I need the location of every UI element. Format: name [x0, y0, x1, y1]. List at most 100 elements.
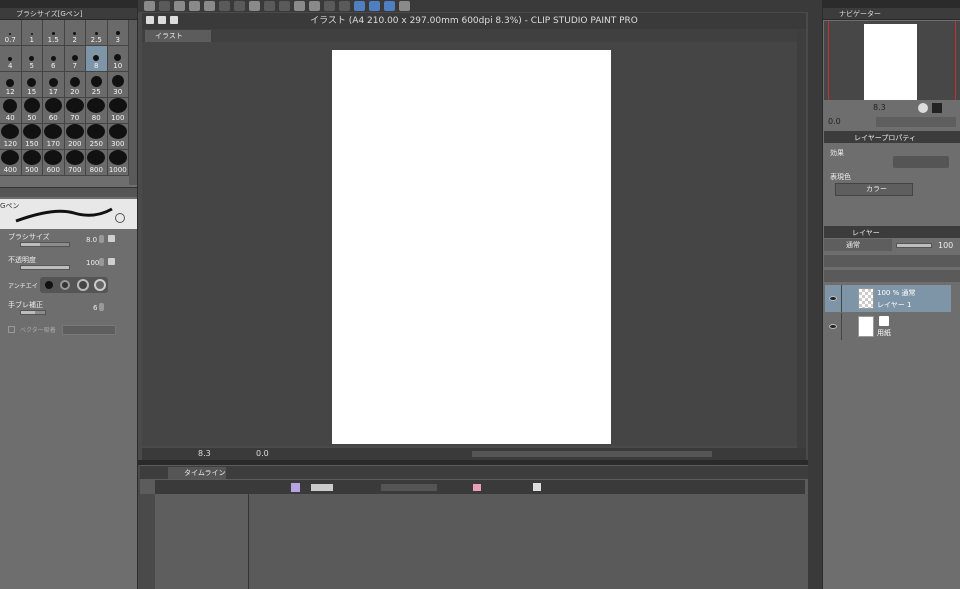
timeline-settings-icon[interactable] — [533, 483, 541, 491]
help-icon[interactable] — [399, 1, 410, 11]
brush-size-cell[interactable]: 2 — [64, 20, 86, 46]
brush-size-cell[interactable]: 1 — [21, 20, 43, 46]
brush-size-cell[interactable]: 4 — [0, 46, 22, 72]
navigator-zoom-value[interactable]: 8.3 — [873, 103, 886, 112]
pressure-icon[interactable] — [108, 235, 115, 242]
brush-size-cell[interactable]: 2.5 — [86, 20, 108, 46]
brush-size-cell[interactable]: 60 — [43, 98, 65, 124]
brush-size-cell[interactable]: 1.5 — [43, 20, 65, 46]
brush-grid-scrollbar[interactable] — [129, 20, 137, 185]
deselect-icon[interactable] — [264, 1, 275, 11]
brush-size-cell[interactable]: 15 — [21, 72, 43, 98]
brush-size-slider[interactable] — [20, 242, 70, 247]
stabilization-slider[interactable] — [20, 310, 46, 315]
brush-size-cell[interactable]: 80 — [86, 98, 108, 124]
display-color-select[interactable]: カラー — [835, 183, 913, 196]
brush-size-cell[interactable]: 3 — [107, 20, 129, 46]
fit-icon[interactable] — [932, 103, 942, 113]
opacity-value[interactable]: 100 — [86, 259, 99, 267]
clear-icon[interactable] — [279, 1, 290, 11]
brush-size-cell[interactable]: 800 — [86, 150, 108, 176]
layer-row[interactable]: 100 % 通常 レイヤー 1 — [825, 285, 951, 312]
navigator-rotation-value[interactable]: 0.0 — [828, 117, 841, 126]
layer-tab[interactable]: レイヤー — [852, 228, 880, 238]
brush-size-value[interactable]: 8.0 — [86, 236, 97, 244]
layer-property-tab[interactable]: レイヤープロパティ — [854, 133, 916, 143]
snap-icon[interactable] — [324, 1, 335, 11]
zoom-in-icon[interactable] — [918, 103, 928, 113]
brush-size-cell[interactable]: 400 — [0, 150, 22, 176]
brush-size-cell[interactable]: 100 — [107, 98, 129, 124]
stabilization-value[interactable]: 6 — [93, 304, 97, 312]
save-icon[interactable] — [204, 1, 215, 11]
layer-name[interactable]: レイヤー 1 — [877, 300, 911, 310]
brush-size-cell[interactable]: 700 — [64, 150, 86, 176]
rotate-controls[interactable] — [876, 117, 956, 127]
brush-size-cell[interactable]: 8 — [86, 46, 108, 72]
brush-size-cell[interactable]: 25 — [86, 72, 108, 98]
blend-mode-select[interactable]: 通常 — [824, 239, 892, 251]
layer-name[interactable]: 用紙 — [877, 328, 891, 338]
brush-size-cell[interactable]: 5 — [21, 46, 43, 72]
opacity-stepper[interactable] — [99, 258, 104, 266]
timeline-track-list[interactable] — [155, 494, 249, 589]
new-timeline-icon[interactable] — [291, 483, 300, 492]
transform-icon[interactable] — [309, 1, 320, 11]
canvas-paper[interactable] — [332, 50, 611, 444]
opacity-pressure-icon[interactable] — [108, 258, 115, 265]
brush-size-cell[interactable]: 17 — [43, 72, 65, 98]
stabilization-stepper[interactable] — [99, 303, 104, 311]
snap-special-icon[interactable] — [369, 1, 380, 11]
antialias-medium-icon[interactable] — [77, 279, 89, 291]
opacity-slider[interactable] — [20, 265, 70, 270]
canvas-vertical-scrollbar[interactable] — [797, 30, 806, 454]
layer-opacity-value[interactable]: 100 — [938, 241, 953, 250]
layer-action-row[interactable] — [824, 270, 960, 282]
playback-controls[interactable] — [381, 484, 437, 491]
antialias-weak-icon[interactable] — [60, 280, 70, 290]
new-file-icon[interactable] — [174, 1, 185, 11]
document-tab[interactable]: イラスト — [145, 30, 211, 42]
brush-size-cell[interactable]: 40 — [0, 98, 22, 124]
snap-grid-icon[interactable] — [384, 1, 395, 11]
canvas-horizontal-scrollbar[interactable] — [472, 451, 712, 457]
eye-icon[interactable] — [829, 324, 837, 329]
brush-size-cell[interactable]: 0.7 — [0, 20, 22, 46]
open-file-icon[interactable] — [189, 1, 200, 11]
layer-opacity-slider[interactable] — [896, 243, 932, 248]
undo-icon[interactable] — [219, 1, 230, 11]
brush-size-cell[interactable]: 300 — [107, 124, 129, 150]
brush-size-cell[interactable]: 1000 — [107, 150, 129, 176]
layer-row[interactable]: 用紙 — [825, 313, 951, 340]
brush-size-cell[interactable]: 170 — [43, 124, 65, 150]
onion-skin-icon[interactable] — [473, 484, 481, 491]
minimize-icon[interactable] — [158, 16, 166, 24]
brush-size-stepper[interactable] — [99, 235, 104, 243]
brush-size-tab[interactable]: ブラシサイズ[Gペン] — [0, 8, 137, 20]
frame-icon[interactable] — [311, 484, 333, 491]
layer-tool-row[interactable] — [824, 255, 960, 267]
brush-size-cell[interactable]: 70 — [64, 98, 86, 124]
antialias-none-icon[interactable] — [45, 281, 53, 289]
clip-studio-icon[interactable] — [144, 1, 155, 11]
brush-size-cell[interactable]: 500 — [21, 150, 43, 176]
magnifier-icon[interactable] — [115, 213, 125, 223]
brush-size-cell[interactable]: 600 — [43, 150, 65, 176]
navigator-tab[interactable]: ナビゲーター — [823, 8, 960, 20]
brush-size-cell[interactable]: 30 — [107, 72, 129, 98]
brush-size-cell[interactable]: 10 — [107, 46, 129, 72]
rotation-value[interactable]: 0.0 — [256, 449, 269, 458]
select-icon[interactable] — [249, 1, 260, 11]
brush-size-cell[interactable]: 200 — [64, 124, 86, 150]
eye-icon[interactable] — [829, 296, 837, 301]
maximize-icon[interactable] — [170, 16, 178, 24]
brush-size-cell[interactable]: 150 — [21, 124, 43, 150]
tool-property-tabs[interactable] — [0, 187, 137, 197]
brush-size-cell[interactable]: 12 — [0, 72, 22, 98]
zoom-value[interactable]: 8.3 — [198, 449, 211, 458]
brush-size-cell[interactable]: 6 — [43, 46, 65, 72]
vector-options[interactable] — [62, 325, 116, 335]
timeline-tab[interactable]: タイムライン — [168, 467, 226, 479]
brush-size-cell[interactable]: 120 — [0, 124, 22, 150]
brush-size-cell[interactable]: 7 — [64, 46, 86, 72]
